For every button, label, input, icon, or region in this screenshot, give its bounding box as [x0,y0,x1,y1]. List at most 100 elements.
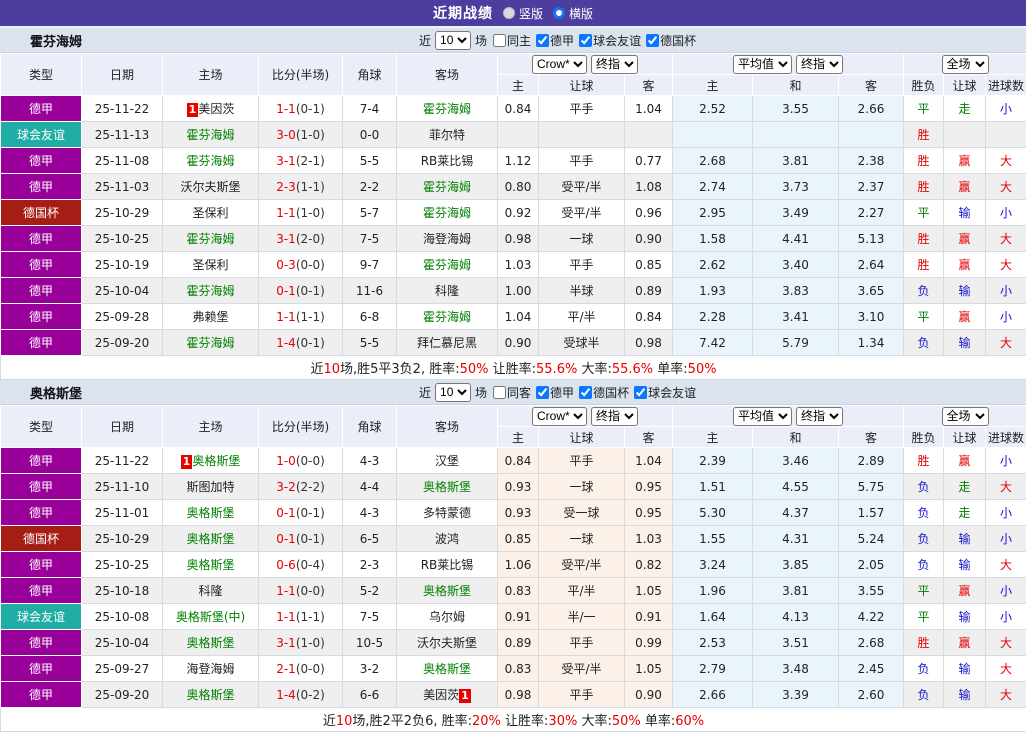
away-team-link[interactable]: 沃尔夫斯堡 [417,636,477,650]
home-team-link[interactable]: 奥格斯堡 [186,558,234,572]
filter-checkbox-球会友谊[interactable]: 球会友谊 [579,32,641,49]
avg-source-select-0[interactable]: 平均值 [733,55,792,74]
avg-source-select-0[interactable]: 平均值 [733,407,792,426]
checkbox-球会友谊[interactable] [579,34,592,47]
away-team-link[interactable]: 海登海姆 [423,232,471,246]
home-team-link[interactable]: 奥格斯堡 [192,454,240,468]
checkbox-德甲[interactable] [536,34,549,47]
away-team-link[interactable]: 霍芬海姆 [423,180,471,194]
checkbox-同客[interactable] [493,386,506,399]
result-handicap: 输 [944,552,986,578]
away-team-link[interactable]: 奥格斯堡 [423,662,471,676]
radio-vertical-icon[interactable] [503,7,515,19]
scope-select-0[interactable]: 全场 [942,55,989,74]
col-header-比分(半场): 比分(半场) [259,54,343,96]
result-goals: 小 [986,200,1026,226]
summary-segment: 近 [310,362,323,377]
away-team-link[interactable]: RB莱比锡 [421,154,474,168]
home-team-link[interactable]: 奥格斯堡(中) [176,610,245,624]
avg-away: 5.24 [839,526,904,552]
checkbox-德国杯[interactable] [646,34,659,47]
home-team-link[interactable]: 海登海姆 [186,662,234,676]
odds-source-select-0[interactable]: Crow* [532,55,587,74]
avg-home: 2.39 [673,448,753,474]
away-team-link[interactable]: 奥格斯堡 [423,480,471,494]
home-team-link[interactable]: 美因茨 [198,102,234,116]
odds-handicap: 受平/半 [539,656,625,682]
view-option-vertical[interactable]: 竖版 [503,5,543,22]
home-team-link[interactable]: 奥格斯堡 [186,532,234,546]
halftime-score: (0-4) [296,558,325,572]
avg-away: 2.68 [839,630,904,656]
home-team-link[interactable]: 斯图加特 [186,480,234,494]
odds-source-select-1[interactable]: 终指 [591,55,638,74]
home-team-link[interactable]: 霍芬海姆 [186,154,234,168]
filter-checkbox-球会友谊[interactable]: 球会友谊 [634,384,696,401]
match-count-select[interactable]: 10 [435,383,471,402]
radio-horizontal-icon[interactable] [553,7,565,19]
home-team-link[interactable]: 奥格斯堡 [186,506,234,520]
home-team-link[interactable]: 霍芬海姆 [186,128,234,142]
avg-source-select-1[interactable]: 终指 [796,55,843,74]
checkbox-德甲[interactable] [536,386,549,399]
match-type-badge: 德甲 [1,630,82,656]
filter-checkbox-同主[interactable]: 同主 [493,32,531,49]
away-team: 奥格斯堡 [397,656,498,682]
match-row: 德甲25-10-19圣保利0-3(0-0)9-7霍芬海姆1.03平手0.852.… [1,252,1026,278]
home-team-link[interactable]: 沃尔夫斯堡 [180,180,240,194]
away-team-link[interactable]: 奥格斯堡 [423,584,471,598]
header-group-odds_group: Crow*终指 [498,406,673,427]
odds-home: 0.80 [498,174,539,200]
away-team-link[interactable]: 汉堡 [435,454,459,468]
away-team-link[interactable]: 霍芬海姆 [423,258,471,272]
away-team-link[interactable]: 霍芬海姆 [423,206,471,220]
odds-away: 0.82 [625,552,673,578]
home-team-link[interactable]: 科隆 [198,584,222,598]
halftime-score: (2-0) [296,232,325,246]
away-team-link[interactable]: 拜仁慕尼黑 [417,336,477,350]
checkbox-球会友谊[interactable] [634,386,647,399]
home-team-link[interactable]: 圣保利 [192,258,228,272]
filter-checkbox-德国杯[interactable]: 德国杯 [579,384,629,401]
view-option-horizontal[interactable]: 横版 [553,5,593,22]
checkbox-同主[interactable] [493,34,506,47]
home-team-link[interactable]: 奥格斯堡 [186,636,234,650]
home-team-link[interactable]: 霍芬海姆 [186,232,234,246]
away-team-link[interactable]: 美因茨 [423,688,459,702]
sub-col-header: 让球 [944,427,986,448]
page-title: 近期战绩 [433,3,493,23]
home-team-link[interactable]: 弗赖堡 [192,310,228,324]
team-name[interactable]: 奥格斯堡 [30,383,82,402]
home-team-link[interactable]: 奥格斯堡 [186,688,234,702]
away-team-link[interactable]: 霍芬海姆 [423,310,471,324]
filter-checkbox-同客[interactable]: 同客 [493,384,531,401]
away-team-link[interactable]: 乌尔姆 [429,610,465,624]
away-team: 霍芬海姆 [397,200,498,226]
away-team-link[interactable]: 波鸿 [435,532,459,546]
away-team-link[interactable]: 霍芬海姆 [423,102,471,116]
filter-checkbox-德甲[interactable]: 德甲 [536,384,574,401]
home-team-link[interactable]: 霍芬海姆 [186,336,234,350]
checkbox-德国杯[interactable] [579,386,592,399]
filter-checkbox-德甲[interactable]: 德甲 [536,32,574,49]
match-count-select[interactable]: 10 [435,31,471,50]
away-team-link[interactable]: RB莱比锡 [421,558,474,572]
team-name[interactable]: 霍芬海姆 [30,31,82,50]
result-goals: 大 [986,682,1026,708]
fulltime-score: 3-1 [276,636,296,650]
odds-source-select-1[interactable]: 终指 [591,407,638,426]
match-row: 德甲25-10-25奥格斯堡0-6(0-4)2-3RB莱比锡1.06受平/半0.… [1,552,1026,578]
away-team-link[interactable]: 多特蒙德 [423,506,471,520]
home-team-link[interactable]: 圣保利 [192,206,228,220]
avg-source-select-1[interactable]: 终指 [796,407,843,426]
away-team-link[interactable]: 科隆 [435,284,459,298]
filter-checkbox-德国杯[interactable]: 德国杯 [646,32,696,49]
scope-select-0[interactable]: 全场 [942,407,989,426]
score-cell: 0-1(0-1) [259,278,343,304]
odds-source-select-0[interactable]: Crow* [532,407,587,426]
away-team-link[interactable]: 菲尔特 [429,128,465,142]
home-team-link[interactable]: 霍芬海姆 [186,284,234,298]
corner-count: 2-3 [343,552,397,578]
summary-segment: 10 [323,362,340,377]
result-goals: 大 [986,330,1026,356]
